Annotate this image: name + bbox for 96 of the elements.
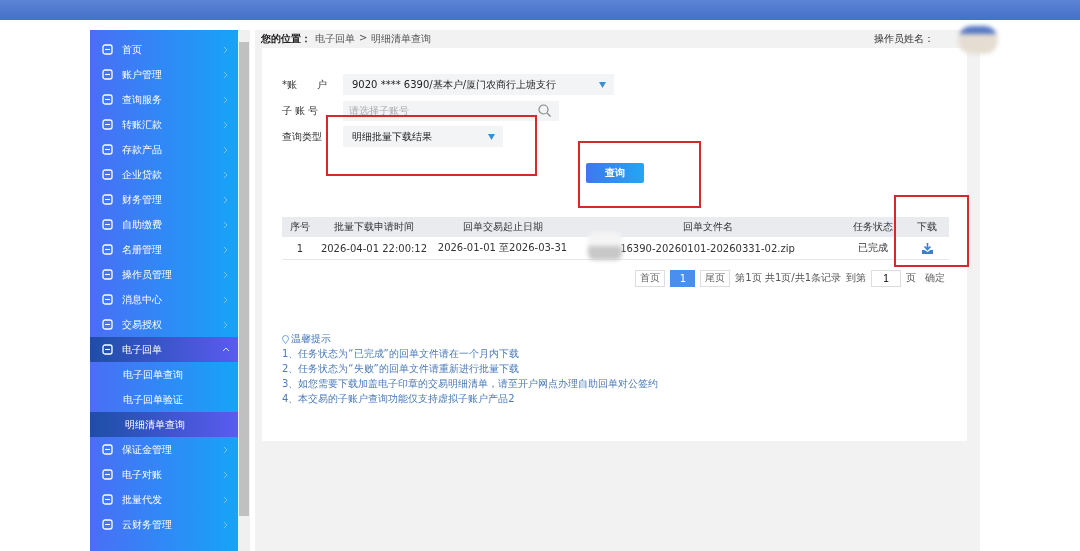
tip-text: 3、如您需要下载加盖电子印章的交易明细清单，请至开户网点办理自助回单对公签约 — [282, 377, 660, 391]
chevron-right-icon — [222, 145, 230, 154]
chevron-right-icon — [222, 245, 230, 254]
menu-icon — [102, 94, 113, 105]
breadcrumb-label: 您的位置： — [261, 32, 311, 46]
column-header: 下载 — [916, 220, 938, 234]
dropdown-arrow-icon — [599, 81, 606, 88]
table-cell-text: 2026-04-01 22:00:12 — [319, 242, 429, 254]
tip-text: 1、任务状态为“已完成”的回单文件请在一个月内下载 — [282, 347, 520, 361]
tip-text: 4、本交易的子账户查询功能仅支持虚拟子账户产品2 — [282, 392, 516, 406]
menu-icon — [102, 344, 113, 355]
chevron-right-icon — [222, 445, 230, 454]
dropdown[interactable]: 明细批量下载结果 — [343, 126, 503, 147]
table-cell-text: 2026-01-01 至2026-03-31 — [436, 241, 569, 255]
dropdown[interactable]: 9020 **** 6390/基本户/厦门农商行上塘支行 — [343, 74, 614, 95]
column-header: 回单交易起止日期 — [461, 220, 544, 234]
chevron-right-icon — [222, 495, 230, 504]
chevron-right-icon — [222, 170, 230, 179]
first-page-button[interactable]: 首页 — [635, 269, 666, 287]
menu-item[interactable]: 云财务管理 — [90, 512, 238, 537]
menu-icon — [102, 494, 113, 505]
breadcrumb-separator: > — [359, 32, 368, 45]
chevron-right-icon — [222, 120, 230, 129]
search-field[interactable]: 请选择子账号 — [343, 100, 559, 121]
redaction-mark — [958, 26, 998, 54]
menu-icon — [102, 219, 113, 230]
menu-icon — [102, 169, 113, 180]
page-button[interactable]: 1 — [670, 269, 696, 287]
chevron-right-icon — [222, 520, 230, 529]
menu-item[interactable]: 操作员管理 — [90, 262, 238, 287]
redaction-mark — [588, 232, 622, 260]
menu-icon — [102, 44, 113, 55]
chevron-right-icon — [222, 270, 230, 279]
column-header: 批量下载申请时间 — [333, 220, 415, 234]
menu-icon — [102, 444, 113, 455]
menu-item[interactable]: 保证金管理 — [90, 437, 238, 462]
table-cell-text: 1 — [295, 242, 305, 254]
menu-item[interactable]: 企业贷款 — [90, 162, 238, 187]
menu-icon — [102, 269, 113, 280]
menu-icon — [102, 294, 113, 305]
chevron-right-icon — [222, 195, 230, 204]
query-button[interactable]: 查询 — [586, 163, 644, 183]
menu-icon — [102, 319, 113, 330]
menu-item[interactable]: 财务管理 — [90, 187, 238, 212]
field-label: 子 账 号 — [282, 103, 320, 118]
submenu-item[interactable]: 电子回单验证 — [90, 387, 238, 412]
menu-item[interactable]: 电子对账 — [90, 462, 238, 487]
field-label: *账 户 — [282, 77, 328, 92]
dropdown-arrow-icon — [488, 133, 495, 140]
menu-icon — [102, 519, 113, 530]
table-cell-text: 16390-20260101-20260331-02.zip — [619, 242, 796, 254]
column-header: 回单文件名 — [681, 220, 734, 234]
chevron-right-icon — [222, 320, 230, 329]
column-header: 任务状态 — [851, 220, 894, 234]
column-header: 序号 — [289, 220, 311, 234]
chevron-right-icon — [222, 295, 230, 304]
submenu-item[interactable]: 电子回单查询 — [90, 362, 238, 387]
menu-item[interactable]: 转账汇款 — [90, 112, 238, 137]
menu-icon — [102, 244, 113, 255]
chevron-right-icon — [222, 70, 230, 79]
menu-icon — [102, 119, 113, 130]
table-cell-text: 已完成 — [856, 241, 889, 255]
menu-item[interactable]: 批量代发 — [90, 487, 238, 512]
chevron-right-icon — [222, 95, 230, 104]
menu-item[interactable]: 自助缴费 — [90, 212, 238, 237]
submenu-item[interactable]: 明细清单查询 — [90, 412, 238, 437]
menu-item[interactable]: 名册管理 — [90, 237, 238, 262]
tip-text: 2、任务状态为“失败”的回单文件请重新进行批量下载 — [282, 362, 520, 376]
menu-icon — [102, 194, 113, 205]
page-unit: 页 — [906, 271, 916, 285]
menu-item[interactable]: 交易授权 — [90, 312, 238, 337]
menu-item[interactable]: 消息中心 — [90, 287, 238, 312]
download-icon — [921, 242, 933, 254]
menu-item[interactable]: 电子回单 — [90, 337, 238, 362]
menu-icon — [102, 469, 113, 480]
last-page-button[interactable]: 尾页 — [700, 269, 731, 287]
location-pin-icon — [282, 334, 289, 344]
field-label: 查询类型 — [282, 129, 323, 144]
menu-icon — [102, 144, 113, 155]
menu-item[interactable]: 存款产品 — [90, 137, 238, 162]
page-summary: 第1页 共1页/共1条记录 — [735, 271, 841, 285]
chevron-right-icon — [222, 220, 230, 229]
chevron-right-icon — [222, 470, 230, 479]
goto-label: 到第 — [846, 271, 866, 285]
menu-icon — [102, 69, 113, 80]
menu-item[interactable]: 账户管理 — [90, 62, 238, 87]
chevron-right-icon — [222, 45, 230, 54]
chevron-up-icon — [222, 345, 230, 354]
menu-item[interactable]: 首页 — [90, 37, 238, 62]
scrollbar-thumb[interactable] — [239, 42, 249, 516]
breadcrumb-link[interactable]: 明细清单查询 — [371, 32, 432, 46]
operator-label: 操作员姓名： — [874, 32, 934, 46]
menu-item[interactable]: 查询服务 — [90, 87, 238, 112]
page-number-field[interactable]: 1 — [871, 269, 901, 287]
breadcrumb-link[interactable]: 电子回单 — [315, 32, 355, 46]
tips-title: 温馨提示 — [291, 332, 331, 346]
